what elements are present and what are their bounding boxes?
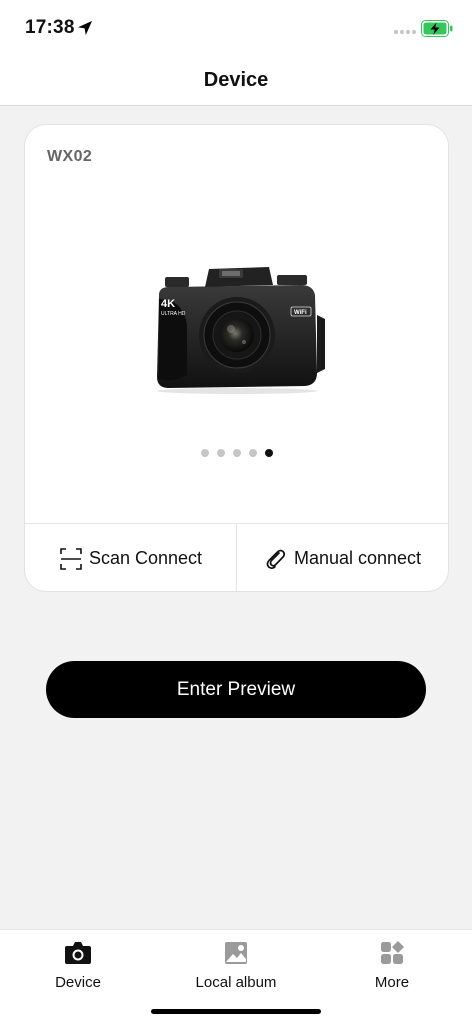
- svg-text:4K: 4K: [161, 298, 175, 310]
- pager-dot[interactable]: [217, 449, 225, 457]
- image-pager[interactable]: [201, 449, 273, 459]
- connect-actions: Scan Connect Manual connect: [25, 523, 448, 591]
- enter-preview-button[interactable]: Enter Preview: [46, 661, 426, 718]
- page-title: Device: [203, 69, 269, 91]
- nav-bar: Device: [0, 56, 472, 106]
- scan-icon: [60, 547, 82, 570]
- camera-icon: [65, 942, 91, 964]
- svg-text:ULTRA HD: ULTRA HD: [161, 311, 186, 317]
- status-bar: 17:38: [0, 0, 472, 56]
- svg-text:WiFi: WiFi: [294, 310, 307, 316]
- home-indicator: [151, 1009, 321, 1014]
- camera-product-image: 4K ULTRA HD WiFi: [157, 267, 325, 394]
- tab-label-local-album: Local album: [195, 974, 277, 991]
- tab-more[interactable]: More: [327, 936, 457, 998]
- grid-more-icon: [381, 941, 404, 964]
- pager-dot[interactable]: [201, 449, 209, 457]
- scan-connect-button[interactable]: Scan Connect: [25, 524, 236, 591]
- manual-connect-button[interactable]: Manual connect: [236, 524, 448, 591]
- scan-connect-label: Scan Connect: [88, 548, 203, 568]
- link-icon: [266, 549, 286, 569]
- pager-dot[interactable]: [249, 449, 257, 457]
- tab-label-more: More: [374, 974, 410, 991]
- location-arrow-icon: [78, 21, 92, 35]
- tab-label-device: Device: [55, 974, 101, 991]
- device-name: WX02: [47, 148, 93, 165]
- signal-dots-icon: [394, 30, 416, 34]
- device-card[interactable]: WX02 4K ULTRA HD WiFi Scan Connect Manua…: [24, 124, 449, 592]
- battery-charging-icon: [421, 20, 453, 37]
- pager-dot[interactable]: [233, 449, 241, 457]
- image-album-icon: [225, 942, 247, 964]
- pager-dot-active[interactable]: [265, 449, 273, 457]
- tab-local-album[interactable]: Local album: [171, 936, 301, 998]
- status-time: 17:38: [25, 17, 75, 38]
- manual-connect-label: Manual connect: [293, 548, 422, 568]
- tab-device[interactable]: Device: [13, 936, 143, 998]
